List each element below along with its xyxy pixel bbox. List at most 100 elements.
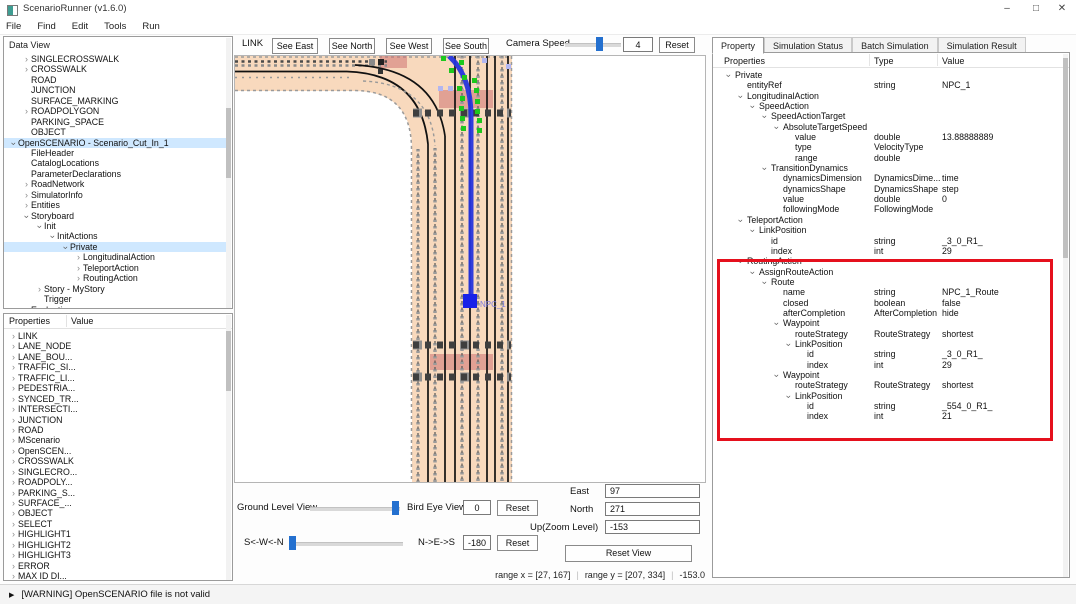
tree-row[interactable]: ›LINK	[4, 331, 226, 341]
tree-row[interactable]: ›FileHeader	[4, 148, 226, 158]
tree-row[interactable]: ›HIGHLIGHT3	[4, 550, 226, 560]
table-row[interactable]: ›Waypoint	[713, 370, 1057, 380]
rotation-slider[interactable]	[290, 542, 403, 546]
rotation-reset-button[interactable]: Reset	[497, 535, 538, 551]
up-zoom-input[interactable]	[605, 520, 700, 534]
expanded-arrow-icon[interactable]: ›	[772, 319, 782, 328]
collapsed-arrow-icon[interactable]: ›	[22, 179, 31, 189]
menu-item-run[interactable]: Run	[134, 21, 167, 32]
collapsed-arrow-icon[interactable]: ›	[9, 550, 18, 560]
camera-speed-input[interactable]	[623, 37, 653, 52]
tree-row[interactable]: ›PARKING_SPACE	[4, 117, 226, 127]
tree-row[interactable]: ›RoadNetwork	[4, 179, 226, 189]
camera-reset-button[interactable]: Reset	[659, 37, 695, 53]
collapsed-arrow-icon[interactable]: ›	[22, 305, 31, 310]
tab-simulation-result[interactable]: Simulation Result	[938, 37, 1026, 53]
expanded-arrow-icon[interactable]: ›	[748, 102, 758, 111]
collapsed-arrow-icon[interactable]: ›	[9, 519, 18, 529]
tab-property[interactable]: Property	[712, 37, 764, 54]
tree-row[interactable]: ›JUNCTION	[4, 85, 226, 95]
expanded-arrow-icon[interactable]: ›	[736, 92, 746, 101]
tree-row[interactable]: ›Evaluation	[4, 305, 226, 310]
expanded-arrow-icon[interactable]: ›	[724, 71, 734, 80]
table-row[interactable]: valuedouble0	[713, 194, 1057, 204]
tree-row[interactable]: ›InitActions	[4, 231, 226, 241]
tree-row[interactable]: ›TRAFFIC_LI...	[4, 373, 226, 383]
map-canvas[interactable]: NPC_1	[234, 55, 706, 483]
collapsed-arrow-icon[interactable]: ›	[9, 571, 18, 581]
table-row[interactable]: ›RoutingAction	[713, 256, 1057, 266]
ground-level-slider[interactable]	[310, 507, 400, 511]
collapsed-arrow-icon[interactable]: ›	[9, 456, 18, 466]
table-row[interactable]: afterCompletionAfterCompletionhide	[713, 308, 1057, 318]
expanded-arrow-icon[interactable]: ›	[772, 371, 782, 380]
menu-item-find[interactable]: Find	[29, 21, 63, 32]
table-row[interactable]: idstring_3_0_R1_	[713, 236, 1057, 246]
tree-row[interactable]: ›ROAD	[4, 75, 226, 85]
expanded-arrow-icon[interactable]: ›	[748, 226, 758, 235]
collapsed-arrow-icon[interactable]: ›	[9, 352, 18, 362]
collapsed-arrow-icon[interactable]: ›	[9, 529, 18, 539]
table-row[interactable]: idstring_3_0_R1_	[713, 349, 1057, 359]
reset-view-button[interactable]: Reset View	[565, 545, 692, 562]
collapsed-arrow-icon[interactable]: ›	[9, 508, 18, 518]
table-row[interactable]: ›LinkPosition	[713, 225, 1057, 235]
tree-row[interactable]: ›CatalogLocations	[4, 158, 226, 168]
tree-row[interactable]: ›CROSSWALK	[4, 456, 226, 466]
tree-row[interactable]: ›OpenSCENARIO - Scenario_Cut_In_1	[4, 138, 226, 148]
collapsed-arrow-icon[interactable]: ›	[74, 263, 83, 273]
collapsed-arrow-icon[interactable]: ›	[9, 488, 18, 498]
collapsed-arrow-icon[interactable]: ›	[9, 446, 18, 456]
tree-row[interactable]: ›ROAD	[4, 425, 226, 435]
table-row[interactable]: ›SpeedActionTarget	[713, 111, 1057, 121]
camera-speed-slider[interactable]	[565, 43, 621, 47]
tree-row[interactable]: ›INTERSECTI...	[4, 404, 226, 414]
tree-row[interactable]: ›JUNCTION	[4, 415, 226, 425]
tab-simulation-status[interactable]: Simulation Status	[764, 37, 852, 53]
table-row[interactable]: indexint21	[713, 411, 1057, 421]
scrollbar-thumb[interactable]	[226, 108, 231, 178]
tree-row[interactable]: ›Private	[4, 242, 226, 252]
table-row[interactable]: ›Waypoint	[713, 318, 1057, 328]
tree-row[interactable]: ›LANE_BOU...	[4, 352, 226, 362]
tree-row[interactable]: ›LongitudinalAction	[4, 252, 226, 262]
tree-row[interactable]: ›ERROR	[4, 561, 226, 571]
collapsed-arrow-icon[interactable]: ›	[9, 477, 18, 487]
table-row[interactable]: ›LinkPosition	[713, 391, 1057, 401]
collapsed-arrow-icon[interactable]: ›	[22, 106, 31, 116]
collapsed-arrow-icon[interactable]: ›	[74, 273, 83, 283]
expanded-arrow-icon[interactable]: ›	[35, 222, 45, 231]
tree-row[interactable]: ›PARKING_S...	[4, 488, 226, 498]
tree-row[interactable]: ›PEDESTRIA...	[4, 383, 226, 393]
collapsed-arrow-icon[interactable]: ›	[9, 498, 18, 508]
table-row[interactable]: ›SpeedAction	[713, 101, 1057, 111]
expanded-arrow-icon[interactable]: ›	[736, 216, 746, 225]
table-row[interactable]: closedbooleanfalse	[713, 298, 1057, 308]
table-row[interactable]: routeStrategyRouteStrategyshortest	[713, 329, 1057, 339]
tree-row[interactable]: ›MAX ID DI...	[4, 571, 226, 581]
expanded-arrow-icon[interactable]: ›	[784, 392, 794, 401]
tree-row[interactable]: ›TeleportAction	[4, 263, 226, 273]
collapsed-arrow-icon[interactable]: ›	[74, 252, 83, 262]
ground-level-slider-thumb[interactable]	[392, 501, 399, 515]
table-row[interactable]: routeStrategyRouteStrategyshortest	[713, 380, 1057, 390]
tree-row[interactable]: ›SINGLECRO...	[4, 467, 226, 477]
see-south-button[interactable]: See South	[443, 38, 489, 54]
table-row[interactable]: ›TeleportAction	[713, 215, 1057, 225]
see-north-button[interactable]: See North	[329, 38, 375, 54]
camera-speed-slider-thumb[interactable]	[596, 37, 603, 51]
expanded-arrow-icon[interactable]: ›	[736, 257, 746, 266]
collapsed-arrow-icon[interactable]: ›	[22, 190, 31, 200]
tree-row[interactable]: ›SELECT	[4, 519, 226, 529]
expanded-arrow-icon[interactable]: ›	[22, 212, 32, 221]
menu-item-file[interactable]: File	[0, 21, 29, 32]
collapsed-arrow-icon[interactable]: ›	[9, 331, 18, 341]
collapsed-arrow-icon[interactable]: ›	[9, 362, 18, 372]
east-input[interactable]	[605, 484, 700, 498]
collapsed-arrow-icon[interactable]: ›	[22, 64, 31, 74]
expanded-arrow-icon[interactable]: ›	[760, 164, 770, 173]
tree-row[interactable]: ›Entities	[4, 200, 226, 210]
table-row[interactable]: followingModeFollowingMode	[713, 204, 1057, 214]
collapsed-arrow-icon[interactable]: ›	[9, 383, 18, 393]
collapsed-arrow-icon[interactable]: ›	[9, 435, 18, 445]
